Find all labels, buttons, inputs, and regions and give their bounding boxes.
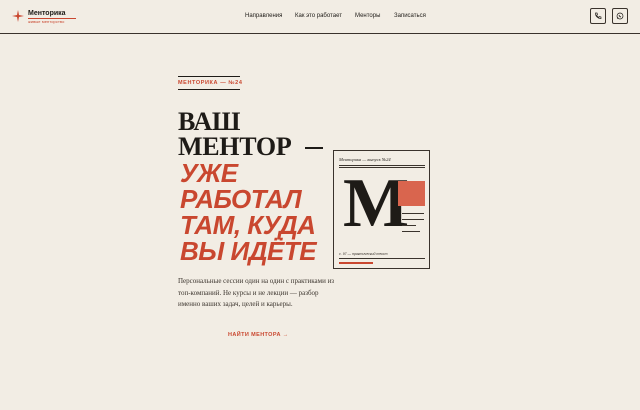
card-accent-square: [398, 181, 425, 206]
hero-title-line2: МЕНТОР: [178, 132, 292, 161]
nav-item-mentors[interactable]: Менторы: [355, 13, 380, 19]
hero-title-red-2: РАБОТАЛ: [180, 184, 302, 214]
site-header: Менторика живые менторство Направления К…: [0, 0, 640, 34]
card-decor-line: [402, 231, 420, 232]
card-decor-line: [402, 213, 424, 214]
phone-button[interactable]: [590, 8, 606, 24]
hero-title-red-3: ТАМ, КУДА: [180, 210, 316, 240]
card-rule: [339, 258, 425, 259]
nav-item-directions[interactable]: Направления: [245, 13, 282, 19]
main-nav: Направления Как это работает Менторы Зап…: [0, 13, 640, 23]
nav-item-signup[interactable]: Записаться: [394, 13, 426, 19]
whatsapp-icon: [616, 12, 624, 20]
eyebrow-rule-bottom: [178, 89, 240, 90]
card-accent-bar: [339, 262, 373, 264]
hero-lead: Персональные сессии один на один с практ…: [178, 277, 335, 308]
hero-title-red-4: ВЫ ИДЁТЕ: [180, 236, 317, 266]
card-caption: с. 97 — практический текст: [339, 252, 388, 256]
issue-eyebrow: МЕНТОРИКА — №24: [178, 80, 243, 86]
eyebrow-rule-top: [178, 76, 240, 77]
hero-title-red-1: УЖЕ: [180, 158, 238, 188]
find-mentor-link[interactable]: НАЙТИ МЕНТОРА →: [228, 332, 289, 338]
issue-card: Менторика — выпуск №24 М с. 97 — практич…: [333, 150, 430, 269]
phone-icon: [595, 12, 602, 19]
card-decor-line: [402, 219, 424, 220]
card-decor-line: [402, 225, 416, 226]
nav-item-how-it-works[interactable]: Как это работает: [295, 13, 342, 19]
hero-title-dash: [305, 147, 323, 149]
whatsapp-button[interactable]: [612, 8, 628, 24]
